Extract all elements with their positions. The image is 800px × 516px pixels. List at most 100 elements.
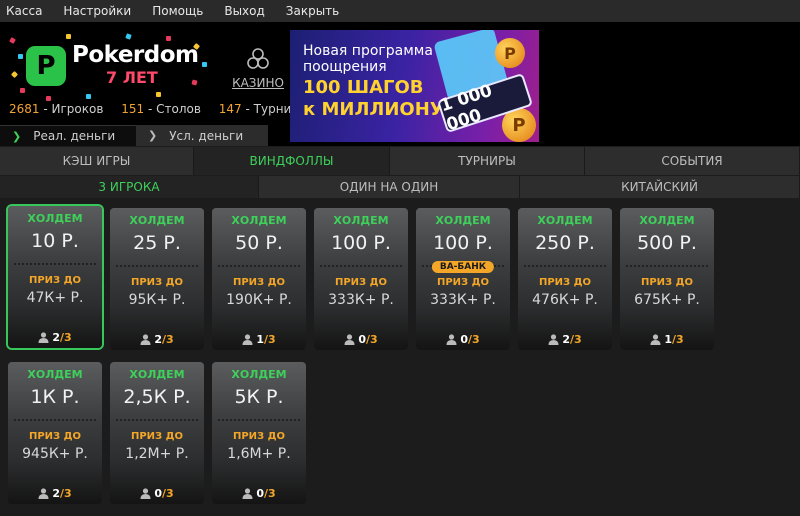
player-count: 1/3 bbox=[620, 333, 714, 346]
tab-chinese[interactable]: КИТАЙСКИЙ bbox=[520, 176, 800, 198]
casino-chips-icon bbox=[247, 48, 269, 69]
prize-amount: 333К+ Р. bbox=[328, 292, 394, 308]
coin-decoration: P bbox=[495, 38, 525, 68]
promo-banner[interactable]: P P Новая программа поощрения 100 ШАГОВ к … bbox=[290, 30, 539, 142]
menu-cashier[interactable]: Касса bbox=[6, 4, 42, 18]
casino-label: КАЗИНО bbox=[232, 76, 284, 90]
table-game-type: ХОЛДЕМ bbox=[129, 214, 185, 227]
prize-label: ПРИЗ ДО bbox=[28, 275, 82, 286]
menu-bar: Касса Настройки Помощь Выход Закрыть bbox=[0, 0, 800, 22]
player-count: 0/3 bbox=[314, 333, 408, 346]
prize-label: ПРИЗ ДО bbox=[232, 431, 286, 442]
logo-anniversary: 7 ЛЕТ bbox=[106, 68, 158, 87]
casino-link[interactable]: КАЗИНО bbox=[232, 48, 284, 92]
prize-amount: 1,2М+ Р. bbox=[125, 446, 189, 462]
card-divider bbox=[218, 265, 300, 267]
menu-settings[interactable]: Настройки bbox=[63, 4, 131, 18]
person-icon bbox=[446, 334, 457, 345]
pokerdom-logo: P Pokerdom 7 ЛЕТ bbox=[6, 32, 211, 104]
windfall-table-card[interactable]: ХОЛДЕМ 2,5К Р. ПРИЗ ДО 1,2М+ Р. 0/3 bbox=[110, 362, 204, 504]
table-buyin: 500 Р. bbox=[637, 232, 697, 254]
money-tabs: ❯ Реал. деньги ❯ Усл. деньги bbox=[0, 125, 268, 146]
table-buyin: 1К Р. bbox=[30, 386, 80, 408]
card-divider bbox=[14, 419, 96, 421]
person-icon bbox=[548, 334, 559, 345]
all-in-badge: ВА-БАНК bbox=[431, 261, 495, 273]
windfall-table-card[interactable]: ХОЛДЕМ 50 Р. ПРИЗ ДО 190К+ Р. 1/3 bbox=[212, 208, 306, 350]
tab-3-players[interactable]: 3 ИГРОКА bbox=[0, 176, 259, 198]
chevron-right-icon: ❯ bbox=[148, 129, 158, 142]
table-game-type: ХОЛДЕМ bbox=[537, 214, 593, 227]
prize-label: ПРИЗ ДО bbox=[130, 431, 184, 442]
tab-windfalls[interactable]: ВИНДФОЛЛЫ bbox=[194, 147, 390, 175]
person-icon bbox=[140, 334, 151, 345]
prize-label: ПРИЗ ДО bbox=[130, 277, 184, 288]
prize-label: ПРИЗ ДО bbox=[232, 277, 286, 288]
person-icon bbox=[650, 334, 661, 345]
tab-real-money[interactable]: ❯ Реал. деньги bbox=[0, 125, 136, 146]
player-count: 2/3 bbox=[518, 333, 612, 346]
tab-heads-up[interactable]: ОДИН НА ОДИН bbox=[259, 176, 520, 198]
player-count: 0/3 bbox=[110, 487, 204, 500]
windfall-table-card[interactable]: ХОЛДЕМ 250 Р. ПРИЗ ДО 476К+ Р. 2/3 bbox=[518, 208, 612, 350]
player-count: 0/3 bbox=[212, 487, 306, 500]
table-buyin: 100 Р. bbox=[331, 232, 391, 254]
table-buyin: 50 Р. bbox=[235, 232, 283, 254]
table-game-type: ХОЛДЕМ bbox=[27, 212, 83, 225]
lobby-header: P Pokerdom 7 ЛЕТ КАЗИНО 2681 - Игроков 1… bbox=[0, 22, 800, 146]
table-game-type: ХОЛДЕМ bbox=[129, 368, 185, 381]
menu-help[interactable]: Помощь bbox=[152, 4, 203, 18]
table-buyin: 10 Р. bbox=[31, 230, 79, 252]
person-icon bbox=[38, 332, 49, 343]
logo-brand: Pokerdom bbox=[72, 42, 199, 68]
person-icon bbox=[140, 488, 151, 499]
banner-headline: 100 ШАГОВ к МИЛЛИОНУ bbox=[303, 77, 444, 120]
table-buyin: 25 Р. bbox=[133, 232, 181, 254]
tab-cash-games[interactable]: КЭШ ИГРЫ bbox=[0, 147, 194, 175]
prize-amount: 1,6М+ Р. bbox=[227, 446, 291, 462]
table-game-type: ХОЛДЕМ bbox=[435, 214, 491, 227]
app-window: Касса Настройки Помощь Выход Закрыть P P… bbox=[0, 0, 800, 516]
tab-events[interactable]: СОБЫТИЯ bbox=[585, 147, 800, 175]
windfall-table-card[interactable]: ХОЛДЕМ 10 Р. ПРИЗ ДО 47К+ Р. 2/3 bbox=[8, 206, 102, 348]
prize-label: ПРИЗ ДО bbox=[640, 277, 694, 288]
card-divider bbox=[14, 263, 96, 265]
card-divider bbox=[116, 265, 198, 267]
windfall-table-card[interactable]: ХОЛДЕМ 100 Р. ПРИЗ ДО 333К+ Р. 0/3 bbox=[314, 208, 408, 350]
banner-text: Новая программа поощрения bbox=[303, 43, 433, 75]
prize-amount: 47К+ Р. bbox=[26, 290, 84, 306]
menu-close[interactable]: Закрыть bbox=[286, 4, 339, 18]
person-icon bbox=[344, 334, 355, 345]
table-game-type: ХОЛДЕМ bbox=[333, 214, 389, 227]
lobby-stats: 2681 - Игроков 151 - Столов 147 - Турнир… bbox=[9, 102, 327, 116]
prize-amount: 675К+ Р. bbox=[634, 292, 700, 308]
tab-tournaments[interactable]: ТУРНИРЫ bbox=[390, 147, 585, 175]
prize-label: ПРИЗ ДО bbox=[538, 277, 592, 288]
windfall-table-card[interactable]: ХОЛДЕМ 1К Р. ПРИЗ ДО 945К+ Р. 2/3 bbox=[8, 362, 102, 504]
prize-amount: 476К+ Р. bbox=[532, 292, 598, 308]
windfall-table-card[interactable]: ХОЛДЕМ 500 Р. ПРИЗ ДО 675К+ Р. 1/3 bbox=[620, 208, 714, 350]
player-count: 0/3 bbox=[416, 333, 510, 346]
windfall-table-card[interactable]: ХОЛДЕМ 25 Р. ПРИЗ ДО 95К+ Р. 2/3 bbox=[110, 208, 204, 350]
table-game-type: ХОЛДЕМ bbox=[27, 368, 83, 381]
windfall-subtabs: 3 ИГРОКА ОДИН НА ОДИН КИТАЙСКИЙ bbox=[0, 176, 800, 198]
table-game-type: ХОЛДЕМ bbox=[639, 214, 695, 227]
table-buyin: 250 Р. bbox=[535, 232, 595, 254]
table-buyin: 5К Р. bbox=[234, 386, 284, 408]
windfall-table-card[interactable]: ХОЛДЕМ 5К Р. ПРИЗ ДО 1,6М+ Р. 0/3 bbox=[212, 362, 306, 504]
prize-amount: 190К+ Р. bbox=[226, 292, 292, 308]
windfall-table-card[interactable]: ХОЛДЕМ 100 Р. ВА-БАНК ПРИЗ ДО 333К+ Р. 0/3 bbox=[416, 208, 510, 350]
tab-play-money[interactable]: ❯ Усл. деньги bbox=[136, 125, 268, 146]
prize-label: ПРИЗ ДО bbox=[436, 277, 490, 288]
table-buyin: 100 Р. bbox=[433, 232, 493, 254]
card-divider bbox=[320, 265, 402, 267]
person-icon bbox=[242, 488, 253, 499]
prize-amount: 95К+ Р. bbox=[128, 292, 186, 308]
card-divider bbox=[626, 265, 708, 267]
menu-exit[interactable]: Выход bbox=[224, 4, 264, 18]
person-icon bbox=[38, 488, 49, 499]
player-count: 1/3 bbox=[212, 333, 306, 346]
prize-amount: 945К+ Р. bbox=[22, 446, 88, 462]
chevron-right-icon: ❯ bbox=[12, 129, 22, 143]
card-divider bbox=[524, 265, 606, 267]
